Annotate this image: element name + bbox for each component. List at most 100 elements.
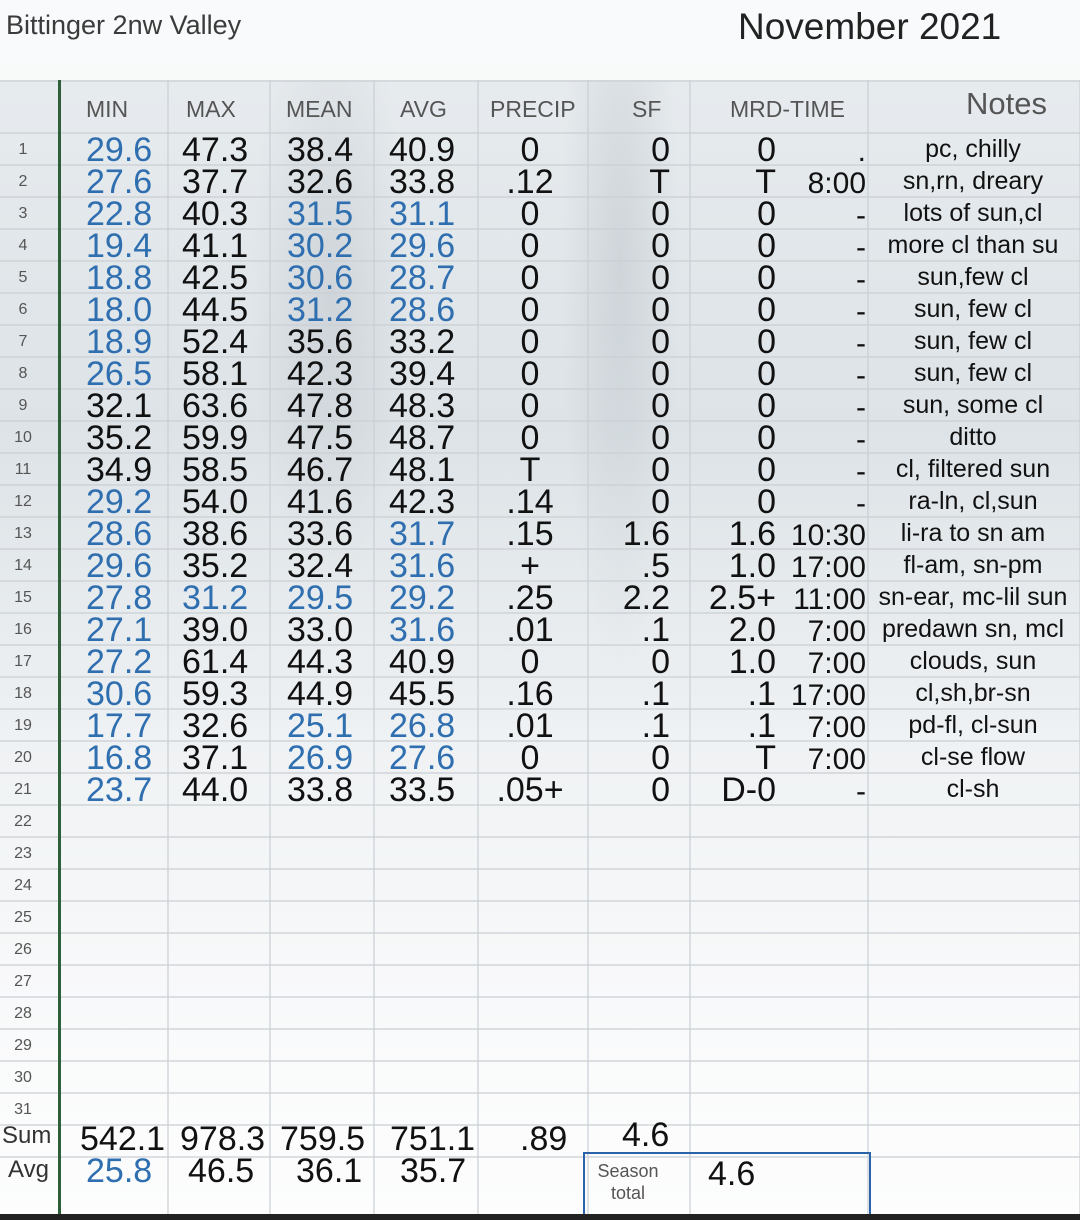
row-number[interactable]: 26 [0,941,46,959]
cell-mrd[interactable]: 1.6 [690,517,776,551]
row-number[interactable]: 27 [0,973,46,991]
cell-note[interactable]: sn-ear, mc-lil sun [870,583,1076,611]
row-number[interactable]: 6 [0,301,46,319]
col-header-mrd-time[interactable]: MRD-TIME [730,96,845,123]
cell-sf[interactable]: 0 [600,229,670,263]
cell-time[interactable]: - [776,263,866,297]
cell-mean[interactable]: 46.7 [287,453,353,487]
cell-precip[interactable]: 0 [478,389,582,423]
cell-precip[interactable]: .05+ [478,773,582,807]
cell-mean[interactable]: 35.6 [287,325,353,359]
avg-mean[interactable]: 36.1 [296,1154,362,1188]
cell-sf[interactable]: 0 [600,773,670,807]
cell-max[interactable]: 59.3 [182,677,248,711]
cell-precip[interactable]: .01 [478,709,582,743]
cell-mean[interactable]: 41.6 [287,485,353,519]
row-number[interactable]: 21 [0,781,46,799]
cell-mrd[interactable]: T [690,165,776,199]
cell-note[interactable]: more cl than su [870,231,1076,259]
cell-max[interactable]: 63.6 [182,389,248,423]
cell-min[interactable]: 28.6 [86,517,152,551]
row-number[interactable]: 9 [0,397,46,415]
cell-sf[interactable]: 0 [600,197,670,231]
cell-min[interactable]: 18.9 [86,325,152,359]
cell-time[interactable]: 7:00 [776,647,866,681]
cell-time[interactable]: . [776,135,866,169]
cell-min[interactable]: 16.8 [86,741,152,775]
cell-mrd[interactable]: 0 [690,389,776,423]
cell-note[interactable]: sn,rn, dreary [870,167,1076,195]
cell-sf[interactable]: 0 [600,293,670,327]
row-number[interactable]: 19 [0,717,46,735]
cell-precip[interactable]: 0 [478,357,582,391]
cell-mrd[interactable]: 0 [690,357,776,391]
row-number[interactable]: 24 [0,877,46,895]
row-number[interactable]: 25 [0,909,46,927]
row-number[interactable]: 7 [0,333,46,351]
cell-sf[interactable]: .1 [600,709,670,743]
cell-max[interactable]: 58.5 [182,453,248,487]
cell-mrd[interactable]: 1.0 [690,645,776,679]
cell-time[interactable]: - [776,391,866,425]
cell-mean[interactable]: 44.3 [287,645,353,679]
cell-mrd[interactable]: 0 [690,421,776,455]
cell-precip[interactable]: + [478,549,582,583]
row-number[interactable]: 3 [0,205,46,223]
col-header-sf[interactable]: SF [632,96,661,123]
cell-time[interactable]: - [776,455,866,489]
cell-sf[interactable]: 0 [600,133,670,167]
cell-mrd[interactable]: 1.0 [690,549,776,583]
cell-mean[interactable]: 33.0 [287,613,353,647]
row-number[interactable]: 11 [0,461,46,479]
cell-precip[interactable]: 0 [478,261,582,295]
cell-sf[interactable]: 0 [600,325,670,359]
row-number[interactable]: 12 [0,493,46,511]
cell-time[interactable]: - [776,231,866,265]
cell-min[interactable]: 34.9 [86,453,152,487]
cell-sf[interactable]: .1 [600,677,670,711]
cell-min[interactable]: 27.8 [86,581,152,615]
row-number[interactable]: 4 [0,237,46,255]
cell-mrd[interactable]: 0 [690,133,776,167]
cell-max[interactable]: 40.3 [182,197,248,231]
cell-sf[interactable]: 0 [600,261,670,295]
cell-precip[interactable]: 0 [478,197,582,231]
cell-mrd[interactable]: 0 [690,229,776,263]
cell-mean[interactable]: 25.1 [287,709,353,743]
cell-time[interactable]: - [776,327,866,361]
cell-sf[interactable]: 0 [600,645,670,679]
sum-max[interactable]: 978.3 [180,1122,265,1156]
col-header-avg[interactable]: AVG [400,96,447,123]
cell-note[interactable]: pc, chilly [870,135,1076,163]
cell-mean[interactable]: 33.6 [287,517,353,551]
row-number[interactable]: 2 [0,173,46,191]
cell-max[interactable]: 41.1 [182,229,248,263]
cell-mean[interactable]: 47.5 [287,421,353,455]
sum-sf[interactable]: 4.6 [622,1118,669,1152]
cell-avg[interactable]: 42.3 [389,485,455,519]
cell-precip[interactable]: 0 [478,645,582,679]
cell-min[interactable]: 18.8 [86,261,152,295]
cell-note[interactable]: sun, few cl [870,359,1076,387]
cell-avg[interactable]: 40.9 [389,133,455,167]
cell-time[interactable]: 11:00 [776,583,866,617]
cell-mrd[interactable]: 0 [690,453,776,487]
cell-max[interactable]: 47.3 [182,133,248,167]
row-number[interactable]: 16 [0,621,46,639]
cell-avg[interactable]: 48.1 [389,453,455,487]
cell-time[interactable]: - [776,487,866,521]
cell-sf[interactable]: T [600,165,670,199]
cell-sf[interactable]: 0 [600,389,670,423]
cell-avg[interactable]: 40.9 [389,645,455,679]
cell-time[interactable]: 17:00 [776,679,866,713]
cell-sf[interactable]: 2.2 [600,581,670,615]
cell-avg[interactable]: 31.6 [389,549,455,583]
cell-max[interactable]: 61.4 [182,645,248,679]
cell-time[interactable]: 7:00 [776,615,866,649]
cell-min[interactable]: 32.1 [86,389,152,423]
cell-max[interactable]: 42.5 [182,261,248,295]
cell-mrd[interactable]: 0 [690,485,776,519]
cell-time[interactable]: 17:00 [776,551,866,585]
cell-mean[interactable]: 32.6 [287,165,353,199]
avg-max[interactable]: 46.5 [188,1154,254,1188]
